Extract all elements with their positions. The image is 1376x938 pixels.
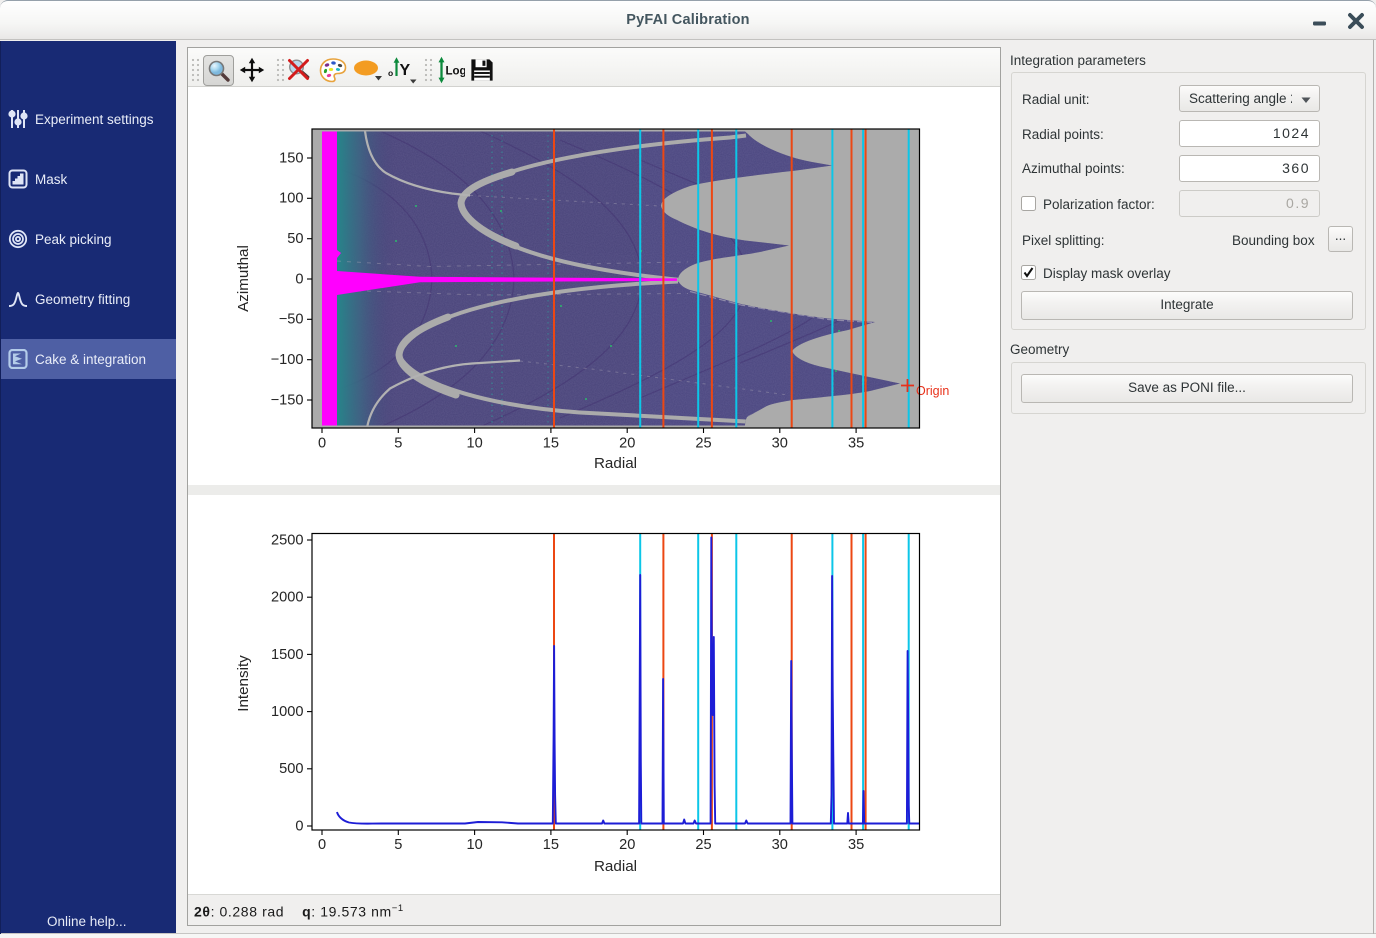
svg-text:1000: 1000 xyxy=(271,704,303,720)
svg-text:2000: 2000 xyxy=(271,590,303,606)
svg-text:Radial: Radial xyxy=(594,455,637,472)
svg-text:0: 0 xyxy=(295,818,303,834)
svg-text:10: 10 xyxy=(466,436,482,452)
svg-text:5: 5 xyxy=(394,837,402,853)
svg-text:500: 500 xyxy=(279,761,303,777)
svg-text:10: 10 xyxy=(466,837,482,853)
svg-text:35: 35 xyxy=(848,436,864,452)
svg-text:20: 20 xyxy=(619,837,635,853)
svg-text:30: 30 xyxy=(772,837,788,853)
svg-text:o: o xyxy=(388,68,393,78)
svg-text:15: 15 xyxy=(543,436,559,452)
svg-text:25: 25 xyxy=(695,837,711,853)
svg-text:−50: −50 xyxy=(279,312,304,328)
svg-text:5: 5 xyxy=(394,436,402,452)
svg-text:0: 0 xyxy=(318,436,326,452)
svg-text:1500: 1500 xyxy=(271,647,303,663)
svg-text:Radial: Radial xyxy=(594,858,637,875)
svg-text:Y: Y xyxy=(400,62,411,79)
svg-text:25: 25 xyxy=(695,436,711,452)
svg-text:Intensity: Intensity xyxy=(235,655,252,712)
svg-text:100: 100 xyxy=(279,191,303,207)
svg-text:Azimuthal: Azimuthal xyxy=(235,245,252,312)
svg-text:20: 20 xyxy=(619,436,635,452)
svg-text:0: 0 xyxy=(295,271,303,287)
svg-text:−100: −100 xyxy=(271,352,304,368)
svg-text:35: 35 xyxy=(848,837,864,853)
svg-text:150: 150 xyxy=(279,150,303,166)
svg-text:Origin: Origin xyxy=(916,384,949,398)
svg-text:Log: Log xyxy=(446,66,466,78)
svg-text:0: 0 xyxy=(318,837,326,853)
svg-text:50: 50 xyxy=(287,231,303,247)
svg-text:2500: 2500 xyxy=(271,532,303,548)
svg-text:30: 30 xyxy=(772,436,788,452)
svg-text:15: 15 xyxy=(543,837,559,853)
svg-text:−150: −150 xyxy=(271,392,304,408)
